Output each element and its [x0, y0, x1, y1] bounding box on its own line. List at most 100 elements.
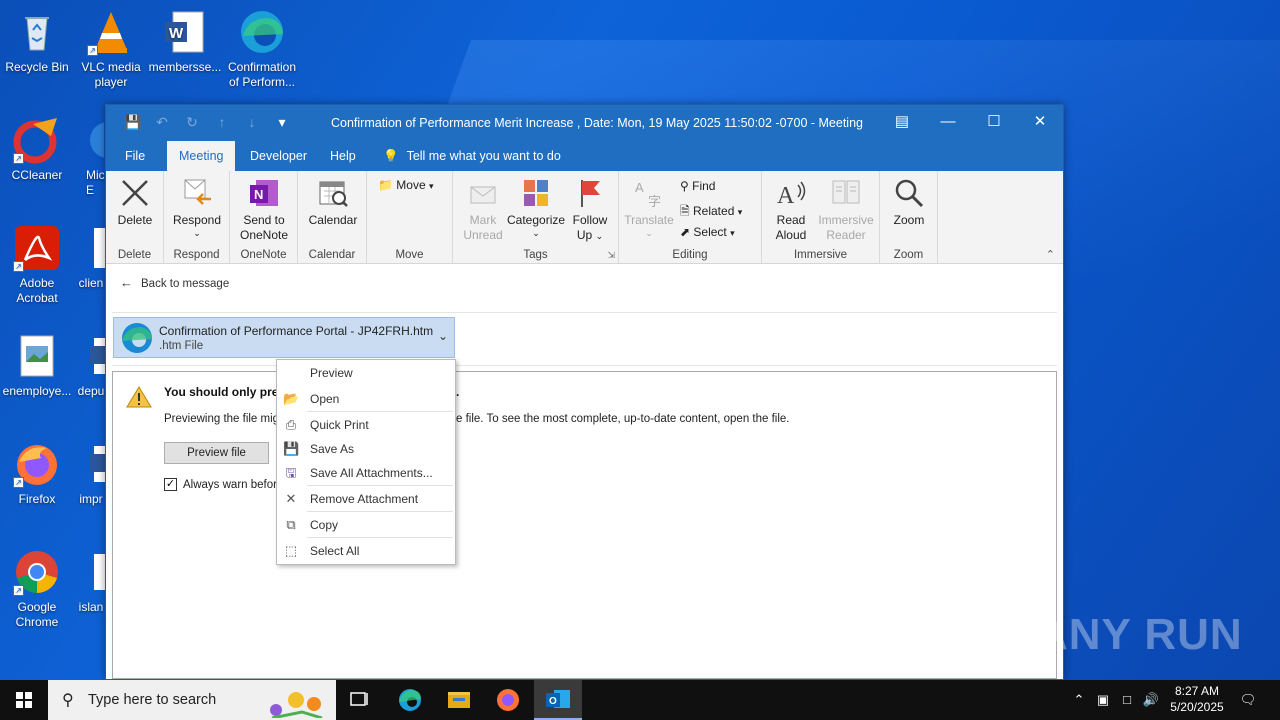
- select-button[interactable]: ⬈ Select ▾: [680, 225, 735, 239]
- related-button[interactable]: 🗎 Related ▾: [680, 202, 742, 223]
- desktop-icon-recycle-bin[interactable]: Recycle Bin: [0, 8, 74, 75]
- ribbon-display-options-icon[interactable]: ▤: [879, 105, 925, 141]
- tab-file[interactable]: File: [113, 141, 157, 171]
- desktop-icon-vlc[interactable]: ↗ VLC media player: [74, 8, 148, 90]
- previous-item-icon[interactable]: ↑: [214, 114, 230, 131]
- desktop-icon-label: membersse...: [148, 60, 222, 74]
- desktop-icon-google-chrome[interactable]: ↗ Google Chrome: [0, 548, 74, 630]
- desktop-icon-enemployee[interactable]: enemploye...: [0, 332, 74, 399]
- maximize-button[interactable]: ☐: [971, 105, 1017, 141]
- desktop-icon-label: Confirmation of Perform...: [227, 60, 297, 89]
- respond-button[interactable]: Respond ⌄: [171, 177, 223, 238]
- calendar-icon: [317, 177, 349, 209]
- notification-icon[interactable]: 🗨: [1234, 680, 1262, 720]
- zoom-button[interactable]: Zoom: [885, 177, 933, 228]
- desktop-icon-firefox[interactable]: ↗ Firefox: [0, 440, 74, 507]
- tab-meeting[interactable]: Meeting: [167, 141, 236, 171]
- task-view-button[interactable]: [336, 680, 384, 720]
- follow-up-label-1: Follow: [572, 213, 608, 227]
- desktop-icon-partial-depu[interactable]: depu: [76, 332, 106, 399]
- chevron-down-icon: ⌄: [193, 228, 201, 238]
- delete-button[interactable]: Delete: [111, 177, 159, 228]
- find-button[interactable]: ⚲ Find: [680, 179, 715, 193]
- taskbar-search-box[interactable]: ⚲ Type here to search: [48, 680, 336, 720]
- shortcut-arrow-icon: ↗: [87, 45, 98, 56]
- back-to-message-link[interactable]: ← Back to message: [120, 275, 229, 290]
- chevron-down-icon: ▾: [737, 207, 743, 217]
- preview-file-button[interactable]: Preview file: [164, 442, 269, 464]
- ribbon: Delete Delete Respond ⌄ Respond N Send t…: [106, 171, 1063, 264]
- undo-icon[interactable]: ↶: [154, 114, 170, 131]
- show-hidden-icons-chevron-icon[interactable]: ⌃: [1068, 680, 1090, 720]
- lightbulb-icon: 💡: [383, 149, 399, 163]
- svg-text:字: 字: [648, 195, 661, 209]
- taskbar-clock[interactable]: 8:27 AM 5/20/2025: [1162, 683, 1232, 715]
- partial-app-icon: [84, 116, 104, 164]
- ribbon-tabs: File Meeting Developer Help 💡 Tell me wha…: [106, 141, 1063, 171]
- menu-item-preview[interactable]: Preview: [277, 361, 455, 385]
- window-title: Confirmation of Performance Merit Increa…: [331, 116, 863, 130]
- move-button[interactable]: 📁 Move ▾: [378, 178, 434, 192]
- mark-unread-button[interactable]: Mark Unread: [459, 177, 507, 243]
- customize-qat-icon[interactable]: ▾: [274, 114, 290, 131]
- chevron-down-icon[interactable]: ⌄: [438, 329, 448, 343]
- desktop-icon-partial-clien[interactable]: clien: [76, 224, 106, 291]
- desktop-icon-label: depu: [77, 384, 105, 398]
- start-button[interactable]: [0, 680, 48, 720]
- taskbar-edge[interactable]: [386, 680, 434, 720]
- taskbar-outlook[interactable]: O: [534, 680, 582, 720]
- dialog-launcher-icon[interactable]: ⇲: [607, 250, 615, 261]
- edge-icon: [238, 8, 286, 56]
- tell-me-box[interactable]: 💡 Tell me what you want to do: [371, 141, 573, 171]
- desktop-icon-ccleaner[interactable]: ↗ CCleaner: [0, 116, 74, 183]
- taskbar-file-explorer[interactable]: [435, 680, 483, 720]
- desktop-icon-members-doc[interactable]: W membersse...: [148, 8, 222, 75]
- desktop-icon-partial-mic[interactable]: Mic E: [74, 116, 104, 198]
- group-delete: Delete Delete: [106, 171, 164, 264]
- next-item-icon[interactable]: ↓: [244, 114, 260, 131]
- chrome-icon: ↗: [13, 548, 61, 596]
- menu-item-open[interactable]: 📂 Open: [277, 387, 455, 411]
- menu-item-quick-print[interactable]: ⎙ Quick Print: [277, 413, 455, 437]
- menu-item-remove-attachment[interactable]: ✕ Remove Attachment: [277, 487, 455, 511]
- desktop-icon-partial-islan[interactable]: islan: [76, 548, 106, 615]
- send-to-onenote-button[interactable]: N Send to OneNote: [236, 177, 292, 243]
- partial-doc-icon: [76, 548, 106, 596]
- save-icon[interactable]: 💾: [124, 114, 141, 131]
- meet-now-icon[interactable]: ▣: [1092, 680, 1114, 720]
- tab-developer[interactable]: Developer: [238, 141, 319, 171]
- desktop-icon-adobe-acrobat[interactable]: ↗ Adobe Acrobat: [0, 224, 74, 306]
- follow-up-button[interactable]: Follow Up ⌄: [567, 177, 613, 244]
- calendar-button[interactable]: Calendar: [305, 177, 361, 228]
- always-warn-checkbox[interactable]: ✓: [164, 478, 177, 491]
- categorize-icon: [520, 177, 552, 209]
- desktop-icon-partial-impr[interactable]: impr: [76, 440, 106, 507]
- follow-up-label-2: Up ⌄: [576, 228, 604, 242]
- ccleaner-icon: ↗: [13, 116, 61, 164]
- attachment-name: Confirmation of Performance Portal - JP4…: [159, 324, 434, 338]
- translate-button[interactable]: A字 Translate ⌄: [623, 177, 675, 238]
- network-icon[interactable]: □: [1116, 680, 1138, 720]
- svg-text:O: O: [549, 696, 557, 707]
- categorize-button[interactable]: Categorize ⌄: [507, 177, 565, 238]
- firefox-icon: ↗: [13, 440, 61, 488]
- menu-item-save-all-attachments[interactable]: 🖫 Save All Attachments...: [277, 461, 455, 485]
- close-button[interactable]: ✕: [1017, 105, 1063, 141]
- shortcut-arrow-icon: ↗: [13, 261, 24, 272]
- menu-item-select-all[interactable]: ⬚ Select All: [277, 539, 455, 563]
- select-label: Select: [693, 225, 727, 239]
- redo-icon[interactable]: ↻: [184, 114, 200, 131]
- menu-item-save-as[interactable]: 💾 Save As: [277, 437, 455, 461]
- immersive-reader-button[interactable]: Immersive Reader: [816, 177, 876, 243]
- read-aloud-button[interactable]: A Read Aloud: [766, 177, 816, 243]
- minimize-button[interactable]: —: [925, 105, 971, 141]
- attachment-chip[interactable]: Confirmation of Performance Portal - JP4…: [113, 317, 455, 358]
- volume-icon[interactable]: 🔊: [1140, 680, 1162, 720]
- desktop-icon-label: Adobe Acrobat: [16, 276, 58, 305]
- tab-help[interactable]: Help: [318, 141, 368, 171]
- menu-item-copy[interactable]: ⧉ Copy: [277, 513, 455, 537]
- taskbar-firefox[interactable]: [484, 680, 532, 720]
- desktop-icon-confirmation-edge[interactable]: Confirmation of Perform...: [225, 8, 299, 90]
- chevron-down-icon: ▾: [428, 181, 434, 191]
- collapse-ribbon-icon[interactable]: ⌃: [1046, 248, 1055, 261]
